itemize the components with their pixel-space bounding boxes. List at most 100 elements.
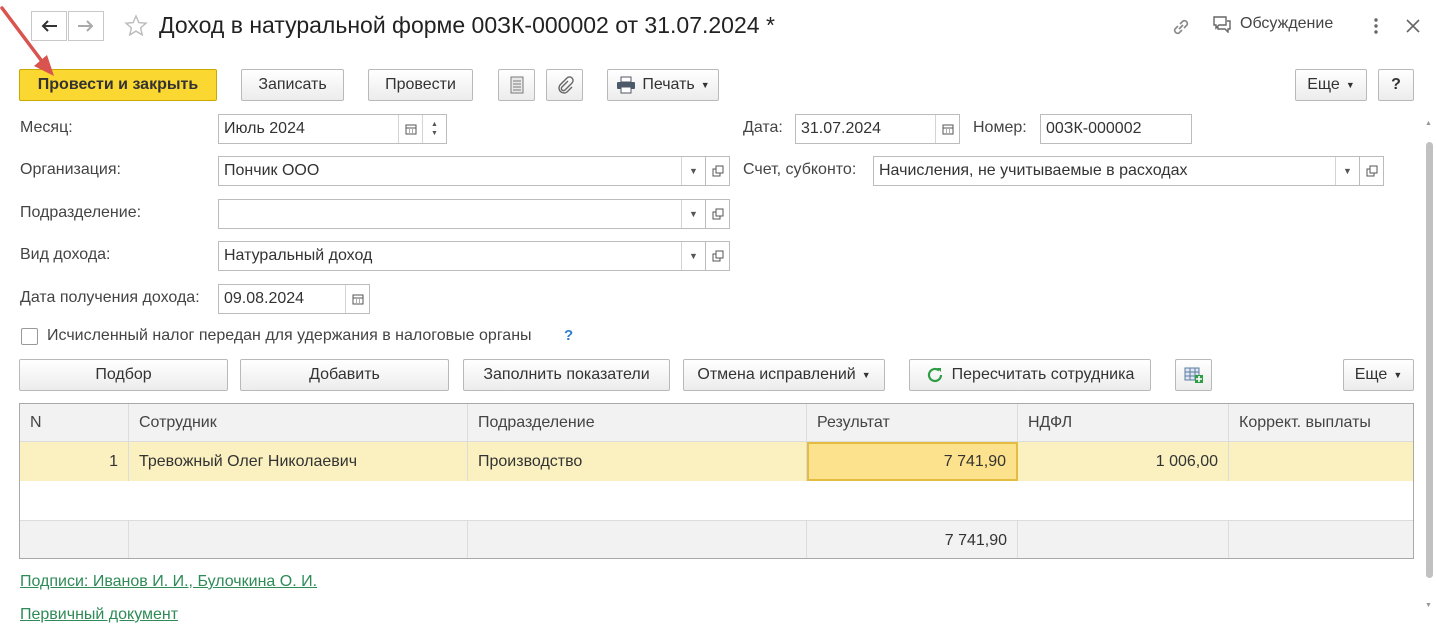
attach-button[interactable] <box>546 69 583 101</box>
account-field[interactable]: Начисления, не учитываемые в расходах ▼ <box>873 156 1360 186</box>
dropdown-button[interactable]: ▼ <box>681 200 705 228</box>
more-actions-button[interactable]: Еще ▼ <box>1295 69 1367 101</box>
table-totals-row: 7 741,90 <box>20 520 1413 558</box>
paperclip-icon <box>557 76 574 94</box>
department-label: Подразделение: <box>20 204 142 221</box>
chevron-down-icon: ▼ <box>1343 166 1352 176</box>
calendar-button[interactable] <box>345 285 369 313</box>
calendar-icon <box>352 294 363 305</box>
date-label: Дата: <box>743 119 783 136</box>
refresh-icon <box>927 367 942 383</box>
open-income-type-button[interactable] <box>706 241 730 271</box>
help-button[interactable]: ? <box>1378 69 1414 101</box>
dropdown-caret-icon: ▼ <box>1393 370 1403 380</box>
star-icon[interactable] <box>124 14 148 38</box>
column-header-department[interactable]: Подразделение <box>468 404 807 441</box>
report-button[interactable] <box>498 69 535 101</box>
dropdown-caret-icon: ▼ <box>700 80 710 90</box>
scroll-up-icon[interactable]: ▲ <box>1425 120 1432 127</box>
income-type-label: Вид дохода: <box>20 246 111 263</box>
primary-document-link[interactable]: Первичный документ <box>20 606 178 624</box>
signatures-link[interactable]: Подписи: Иванов И. И., Булочкина О. И. <box>20 573 317 591</box>
date-field[interactable]: 31.07.2024 <box>795 114 960 144</box>
dropdown-caret-icon: ▼ <box>1345 80 1355 90</box>
table-more-label: Еще <box>1354 366 1388 383</box>
link-icon[interactable] <box>1170 16 1192 38</box>
employees-table[interactable]: N Сотрудник Подразделение Результат НДФЛ… <box>19 403 1414 559</box>
open-form-icon <box>712 165 723 177</box>
column-header-n[interactable]: N <box>20 404 129 441</box>
tax-transferred-label[interactable]: Исчисленный налог передан для удержания … <box>47 327 532 345</box>
close-icon[interactable] <box>1404 16 1422 36</box>
organization-value: Пончик ООО <box>224 162 320 179</box>
spin-up-icon[interactable]: ▲ <box>431 120 438 129</box>
table-header: N Сотрудник Подразделение Результат НДФЛ… <box>20 404 1413 442</box>
chevron-down-icon: ▼ <box>689 251 698 261</box>
calendar-button[interactable] <box>398 115 422 143</box>
column-header-correction[interactable]: Коррект. выплаты <box>1229 404 1413 441</box>
total-cell <box>468 521 807 558</box>
open-department-button[interactable] <box>706 199 730 229</box>
cell-n[interactable]: 1 <box>20 442 129 481</box>
select-button[interactable]: Подбор <box>19 359 228 391</box>
scrollbar-thumb[interactable] <box>1426 142 1433 578</box>
scroll-down-icon[interactable]: ▼ <box>1425 602 1432 609</box>
more-vert-icon[interactable] <box>1368 16 1384 36</box>
calendar-button[interactable] <box>935 115 959 143</box>
document-title: Доход в натуральной форме 00ЗК-000002 от… <box>159 12 775 38</box>
column-header-result[interactable]: Результат <box>807 404 1018 441</box>
more-label: Еще <box>1307 76 1340 93</box>
cell-employee[interactable]: Тревожный Олег Николаевич <box>129 442 468 481</box>
post-button[interactable]: Провести <box>368 69 473 101</box>
total-cell <box>1018 521 1229 558</box>
vertical-scrollbar[interactable]: ▲ ▼ <box>1425 120 1434 610</box>
add-table-icon <box>1184 367 1203 383</box>
recalculate-employee-button[interactable]: Пересчитать сотрудника <box>909 359 1151 391</box>
fill-indicators-button[interactable]: Заполнить показатели <box>463 359 670 391</box>
add-button[interactable]: Добавить <box>240 359 449 391</box>
table-settings-button[interactable] <box>1175 359 1212 391</box>
discussion-button[interactable]: Обсуждение <box>1212 15 1333 33</box>
column-header-employee[interactable]: Сотрудник <box>129 404 468 441</box>
annotation-arrow-icon <box>0 6 54 76</box>
print-button[interactable]: Печать ▼ <box>607 69 719 101</box>
cell-department[interactable]: Производство <box>468 442 807 481</box>
cell-correction[interactable] <box>1229 442 1413 481</box>
account-label: Счет, субконто: <box>743 161 857 178</box>
dropdown-button[interactable]: ▼ <box>681 242 705 270</box>
table-more-button[interactable]: Еще ▼ <box>1343 359 1414 391</box>
cell-ndfl[interactable]: 1 006,00 <box>1018 442 1229 481</box>
open-account-button[interactable] <box>1360 156 1384 186</box>
month-spinner[interactable]: ▲ ▼ <box>422 115 446 143</box>
month-label: Месяц: <box>20 119 73 136</box>
total-cell <box>20 521 129 558</box>
chat-icon <box>1213 16 1231 33</box>
total-cell <box>1229 521 1413 558</box>
department-field[interactable]: ▼ <box>218 199 706 229</box>
chevron-down-icon: ▼ <box>689 209 698 219</box>
dropdown-button[interactable]: ▼ <box>681 157 705 185</box>
dropdown-button[interactable]: ▼ <box>1335 157 1359 185</box>
number-field[interactable]: 00ЗК-000002 <box>1040 114 1192 144</box>
discussion-label: Обсуждение <box>1240 15 1334 32</box>
spin-down-icon[interactable]: ▼ <box>431 129 438 138</box>
recalculate-label: Пересчитать сотрудника <box>951 366 1135 383</box>
help-hint-icon[interactable]: ? <box>564 327 573 344</box>
table-row[interactable]: 1 Тревожный Олег Николаевич Производство… <box>20 442 1413 481</box>
cancel-corrections-button[interactable]: Отмена исправлений ▼ <box>683 359 885 391</box>
printer-icon <box>617 76 636 94</box>
tax-transferred-checkbox[interactable] <box>21 328 38 345</box>
date-value: 31.07.2024 <box>801 120 882 137</box>
save-button[interactable]: Записать <box>241 69 344 101</box>
open-organization-button[interactable] <box>706 156 730 186</box>
column-header-ndfl[interactable]: НДФЛ <box>1018 404 1229 441</box>
calendar-icon <box>405 124 416 135</box>
organization-field[interactable]: Пончик ООО ▼ <box>218 156 706 186</box>
income-type-field[interactable]: Натуральный доход ▼ <box>218 241 706 271</box>
income-date-label: Дата получения дохода: <box>20 289 200 306</box>
month-field[interactable]: Июль 2024 ▲ ▼ <box>218 114 447 144</box>
cell-result[interactable]: 7 741,90 <box>807 442 1018 481</box>
income-date-field[interactable]: 09.08.2024 <box>218 284 370 314</box>
calendar-icon <box>942 124 953 135</box>
income-type-value: Натуральный доход <box>224 247 373 264</box>
